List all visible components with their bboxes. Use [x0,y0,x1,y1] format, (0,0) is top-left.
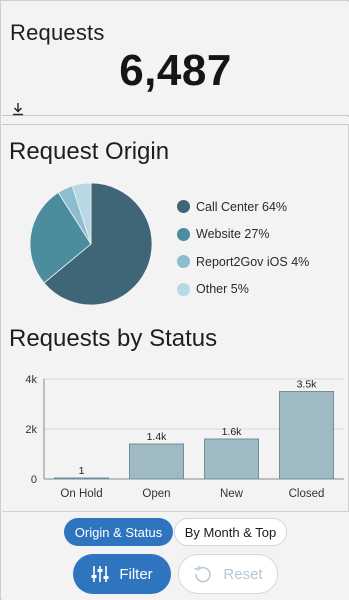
bar-closed[interactable] [279,391,334,480]
legend-label: Report2Gov iOS 4% [196,254,310,269]
filter-button[interactable]: Filter [73,554,171,594]
x-tick-label: New [220,488,244,500]
requests-count: 6,487 [119,46,232,95]
origin-pie-chart [29,182,153,306]
bar-on-hold[interactable] [54,477,109,480]
legend-item-website: Website 27% [177,221,309,249]
x-tick-label: Open [142,488,170,500]
legend-swatch [177,255,190,269]
tab-month-top[interactable]: By Month & Top [174,518,287,546]
requests-title: Requests [10,20,105,45]
reset-icon [193,564,213,584]
reset-button[interactable]: Reset [178,554,278,594]
requests-panel: Requests 6,487 [2,2,349,116]
bar-value-label: 1.6k [222,426,243,438]
origin-legend: Call Center 64% Website 27% Report2Gov i… [177,193,309,303]
download-icon[interactable] [12,102,24,116]
bottom-toolbar: Origin & Status By Month & Top Filter Re… [2,511,349,600]
bar-value-label: 3.5k [297,379,318,391]
status-bar-chart: 0 2k 4k 1 On Hold 1.4k Open 1.6k New 3.5k Closed [25,374,344,500]
legend-swatch [177,227,190,241]
x-tick-label: Closed [289,488,325,500]
bar-value-label: 1.4k [147,431,168,443]
y-tick-label: 2k [25,424,37,436]
legend-swatch [177,200,190,214]
x-tick-label: On Hold [60,488,102,500]
legend-swatch [177,282,190,296]
dashboard-frame: Requests 6,487 Request Origin Call Cente… [0,0,349,600]
y-tick-label: 4k [25,374,37,386]
legend-item-other: Other 5% [177,276,309,304]
tab-origin-status[interactable]: Origin & Status [64,518,173,546]
legend-label: Other 5% [196,282,249,297]
sliders-icon [91,565,109,583]
bar-value-label: 1 [79,465,85,477]
panel-divider [2,117,349,125]
legend-item-call-center: Call Center 64% [177,193,309,221]
filter-label: Filter [119,565,153,583]
legend-label: Website 27% [196,227,270,242]
origin-chart-title: Request Origin [9,138,170,165]
y-tick-label: 0 [31,474,37,486]
bar-new[interactable] [204,438,259,480]
reset-label: Reset [223,565,263,583]
status-chart-title: Requests by Status [9,325,218,352]
legend-item-report2gov: Report2Gov iOS 4% [177,248,309,276]
bar-open[interactable] [129,443,184,480]
legend-label: Call Center 64% [196,199,288,214]
